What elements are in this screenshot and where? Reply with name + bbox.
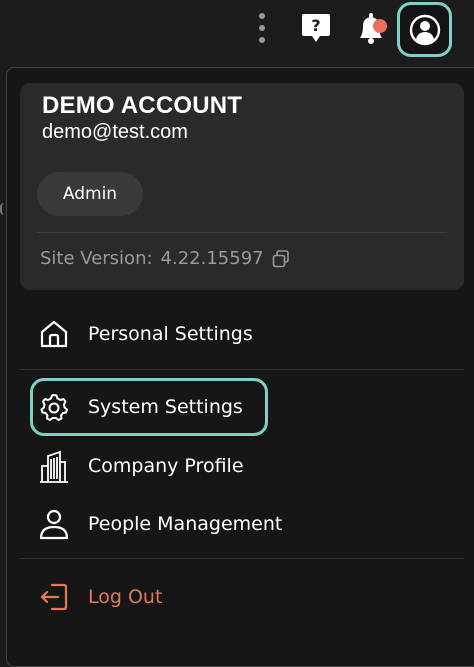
site-version-value: 4.22.15597 <box>160 248 264 269</box>
menu-item-label: System Settings <box>88 396 243 418</box>
profile-avatar-button[interactable] <box>397 2 452 57</box>
notifications-bell-icon[interactable] <box>352 10 392 48</box>
menu-item-label: Company Profile <box>88 455 244 477</box>
notification-dot <box>373 19 387 33</box>
help-icon[interactable]: ? <box>298 10 334 48</box>
site-version-label: Site Version: <box>40 248 153 269</box>
menu-item-label: Log Out <box>88 586 163 608</box>
gear-icon <box>38 391 70 423</box>
copy-icon[interactable] <box>272 249 290 268</box>
background-edge-mark <box>0 203 4 215</box>
more-options-icon[interactable] <box>252 10 272 46</box>
menu-item-company-profile[interactable]: Company Profile <box>30 438 430 494</box>
account-name: DEMO ACCOUNT <box>42 92 243 119</box>
menu-item-label: People Management <box>88 513 283 535</box>
menu-item-personal-settings[interactable]: Personal Settings <box>30 306 430 362</box>
site-version: Site Version: 4.22.15597 <box>40 248 290 269</box>
menu-item-log-out[interactable]: Log Out <box>30 569 430 625</box>
svg-text:?: ? <box>311 16 320 35</box>
top-bar: ? <box>0 0 474 60</box>
home-icon <box>38 318 70 350</box>
menu-divider <box>20 558 464 559</box>
logout-icon <box>38 581 70 613</box>
card-divider <box>37 232 447 233</box>
menu-item-label: Personal Settings <box>88 323 253 345</box>
person-icon <box>38 508 70 540</box>
menu-item-system-settings[interactable]: System Settings <box>30 378 268 436</box>
account-email: demo@test.com <box>42 121 188 143</box>
menu-item-people-management[interactable]: People Management <box>30 496 430 552</box>
role-badge: Admin <box>37 172 143 216</box>
building-icon <box>38 450 70 483</box>
menu-divider <box>20 369 464 370</box>
user-circle-icon <box>409 14 441 46</box>
